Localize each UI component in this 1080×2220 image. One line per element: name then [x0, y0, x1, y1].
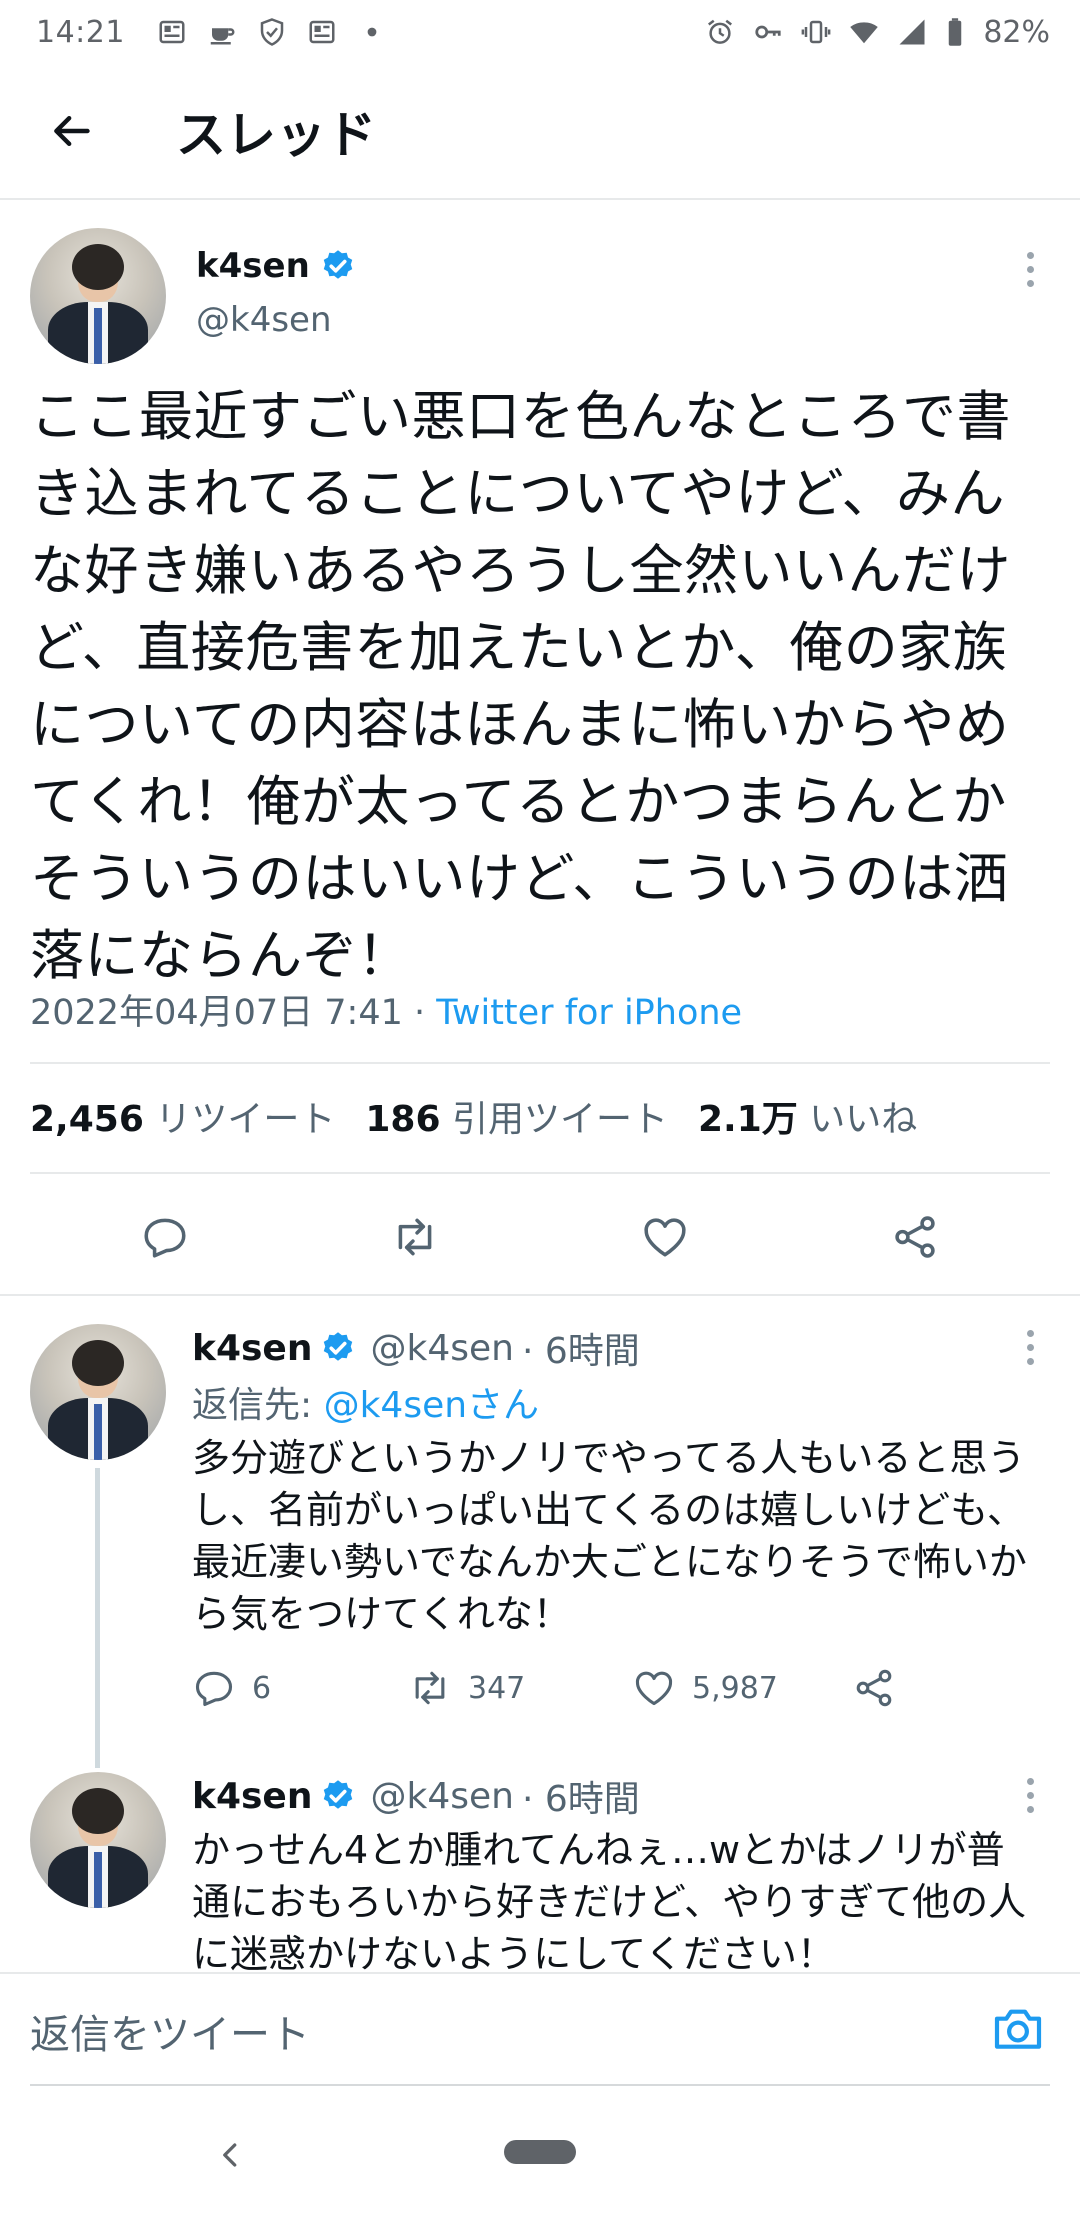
status-bar: 14:21 82% [0, 0, 1080, 64]
likes-label: いいね [809, 1099, 918, 1140]
back-button[interactable] [36, 96, 106, 166]
retweets-count: 2,456 [30, 1099, 144, 1140]
tweet-text: ここ最近すごい悪口を色んなところで書き込まれてることについてやけど、みんな好き嫌… [30, 385, 1011, 987]
author-handle: @k4sen [370, 1327, 514, 1369]
more-options-icon[interactable] [1024, 252, 1036, 287]
author-name[interactable]: k4sen [192, 1776, 312, 1817]
tweet-meta: 2022年04月07日 7:41 · Twitter for iPhone [30, 984, 742, 1035]
retweet-icon [398, 1218, 432, 1256]
reply-icon [195, 1671, 233, 1707]
tweet-source-link[interactable]: Twitter for iPhone [436, 993, 742, 1033]
battery-percentage: 82% [983, 14, 1050, 50]
wifi-icon [849, 17, 879, 47]
retweet-button[interactable]: 347 [408, 1666, 632, 1710]
avatar[interactable] [30, 1324, 166, 1460]
news-icon [157, 17, 187, 47]
like-button[interactable]: 5,987 [632, 1666, 852, 1710]
camera-icon[interactable] [990, 2000, 1046, 2056]
reply-input-placeholder[interactable]: 返信をツイート [30, 2002, 310, 2060]
more-options-icon[interactable] [1024, 1330, 1036, 1365]
tweet-time: · 6時間 [521, 1331, 640, 1372]
reply-header: k4sen @k4sen · 6時間 [192, 1322, 640, 1374]
reply-to-label: 返信先: [192, 1385, 324, 1426]
app-header: スレッド [0, 64, 1080, 200]
coffee-icon [207, 17, 237, 47]
share-button[interactable] [885, 1207, 945, 1267]
signal-icon [897, 17, 927, 47]
reply-header: k4sen @k4sen · 6時間 [192, 1770, 640, 1822]
tweet-stats: 2,456 リツイート 186 引用ツイート 2.1万 いいね [30, 1090, 917, 1142]
reply-actions: 6 347 5,987 [192, 1666, 896, 1710]
shield-check-icon [257, 17, 287, 47]
retweet-count: 347 [468, 1670, 526, 1706]
retweets-stat[interactable]: 2,456 リツイート [30, 1090, 335, 1142]
reply-composer[interactable]: 返信をツイート [0, 1972, 1080, 2092]
author-name-row[interactable]: k4sen [196, 246, 356, 286]
share-icon [895, 1216, 935, 1258]
meta-separator: · [402, 993, 437, 1033]
reply-to-mention[interactable]: @k4senさん [324, 1385, 539, 1426]
dot-icon [357, 17, 387, 47]
battery-icon [945, 17, 965, 47]
tweet-timestamp[interactable]: 2022年04月07日 7:41 [30, 993, 403, 1033]
verified-badge-icon [320, 1778, 356, 1814]
author-handle[interactable]: @k4sen [196, 300, 332, 340]
likes-stat[interactable]: 2.1万 いいね [698, 1090, 917, 1142]
avatar[interactable] [30, 1772, 166, 1908]
home-pill[interactable] [504, 2140, 576, 2164]
vibrate-icon [801, 17, 831, 47]
retweet-icon [415, 1671, 445, 1705]
more-options-icon[interactable] [1024, 1778, 1036, 1813]
like-count: 5,987 [692, 1670, 778, 1706]
reply-tweet[interactable]: k4sen @k4sen · 6時間 返信先: @k4senさん 多分遊びという… [0, 1296, 1080, 1768]
system-icons: 82% [705, 15, 1050, 50]
alarm-icon [705, 17, 735, 47]
news-icon [307, 17, 337, 47]
status-time: 14:21 [36, 14, 125, 50]
reply-button[interactable]: 6 [192, 1666, 408, 1710]
divider [30, 1172, 1050, 1174]
heart-icon [644, 1218, 686, 1257]
reply-tweet[interactable]: k4sen @k4sen · 6時間 かっせん4とか腫れてんねぇ…wとかはノリが… [0, 1744, 1080, 1972]
reply-count: 6 [252, 1670, 272, 1706]
retweet-button[interactable] [385, 1207, 445, 1267]
arrow-left-icon [54, 115, 90, 147]
like-button[interactable] [635, 1207, 695, 1267]
tweet-time: · 6時間 [521, 1779, 640, 1820]
reply-to-line: 返信先: @k4senさん [192, 1376, 539, 1428]
avatar[interactable] [30, 228, 166, 364]
likes-count: 2.1万 [697, 1099, 798, 1140]
tweet-actions [0, 1192, 1080, 1282]
share-icon [856, 1669, 892, 1707]
verified-badge-icon [320, 248, 356, 284]
input-underline [30, 2084, 1050, 2086]
reply-text: かっせん4とか腫れてんねぇ…wとかはノリが普通におもろいから好きだけど、やりすぎ… [192, 1828, 1027, 1972]
thread-line [95, 1468, 100, 1768]
reply-button[interactable] [135, 1207, 195, 1267]
quotes-stat[interactable]: 186 引用ツイート [365, 1090, 668, 1142]
author-name[interactable]: k4sen [192, 1328, 312, 1369]
system-nav-bar [0, 2092, 1080, 2220]
heart-icon [635, 1671, 673, 1706]
reply-icon [144, 1218, 186, 1258]
quotes-label: 引用ツイート [451, 1099, 668, 1140]
quotes-count: 186 [365, 1099, 441, 1140]
share-button[interactable] [852, 1666, 896, 1710]
notification-icons [157, 17, 387, 47]
author-name: k4sen [196, 246, 310, 286]
nav-back-icon[interactable] [216, 2140, 246, 2170]
author-handle: @k4sen [370, 1775, 514, 1817]
page-title: スレッド [176, 106, 376, 164]
reply-text: 多分遊びというかノリでやってる人もいると思うし、名前がいっぱい出てくるのは嬉しい… [192, 1436, 1027, 1636]
retweets-label: リツイート [155, 1099, 336, 1140]
key-icon [753, 17, 783, 47]
divider [30, 1062, 1050, 1064]
verified-badge-icon [320, 1330, 356, 1366]
